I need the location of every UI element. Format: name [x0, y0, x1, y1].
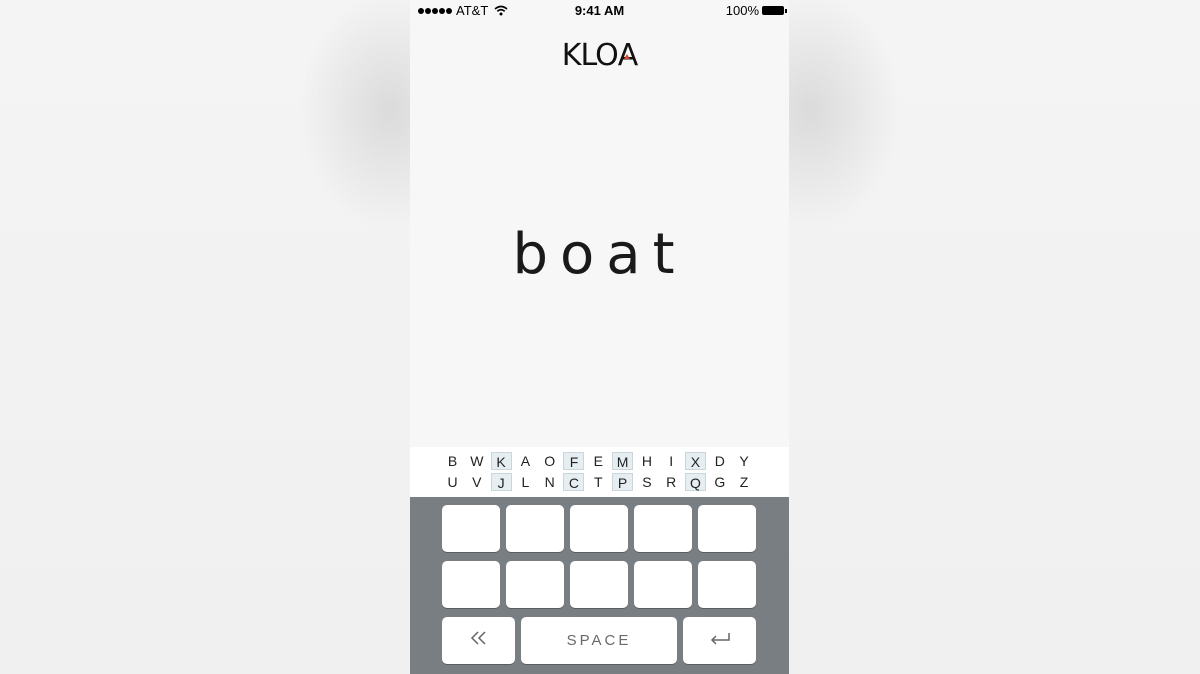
letter-tile[interactable]: K [490, 452, 512, 470]
double-chevron-left-icon [470, 631, 488, 650]
app-logo: KLOA [410, 38, 789, 73]
battery-percent: 100% [725, 3, 759, 18]
keypad: SPACE [410, 497, 789, 674]
status-bar: AT&T 9:41 AM 100% [410, 0, 789, 20]
logo-triangle-icon [624, 54, 631, 59]
letter-tile[interactable]: I [661, 452, 682, 470]
letter-tile[interactable]: M [612, 452, 634, 470]
key-blank-10[interactable] [698, 561, 756, 608]
letter-tile[interactable]: N [539, 473, 560, 491]
letter-row-1: BWKAOFEMHIXDY [442, 452, 758, 470]
key-blank-8[interactable] [570, 561, 628, 608]
letter-tile[interactable]: C [563, 473, 585, 491]
key-blank-3[interactable] [570, 505, 628, 552]
battery-icon [762, 6, 787, 15]
letter-tile[interactable]: R [661, 473, 682, 491]
letter-tile[interactable]: D [709, 452, 730, 470]
letter-tile[interactable]: X [684, 452, 706, 470]
letter-tile[interactable]: Q [684, 473, 706, 491]
key-blank-4[interactable] [634, 505, 692, 552]
logo-text: KLO [561, 38, 619, 73]
status-right: 100% [725, 3, 787, 18]
letter-tile[interactable]: A [515, 452, 536, 470]
letter-tile[interactable]: S [636, 473, 657, 491]
backspace-key[interactable] [442, 617, 515, 664]
space-key-label: SPACE [566, 632, 632, 649]
key-blank-2[interactable] [506, 505, 564, 552]
phone-screen: AT&T 9:41 AM 100% KLOA boat BWKAOFEMHIXD… [410, 0, 789, 674]
letter-tile[interactable]: J [490, 473, 512, 491]
letter-tile[interactable]: O [539, 452, 560, 470]
key-blank-7[interactable] [506, 561, 564, 608]
key-blank-1[interactable] [442, 505, 500, 552]
letter-tile[interactable]: E [588, 452, 609, 470]
letter-tile[interactable]: B [442, 452, 463, 470]
letter-tile[interactable]: L [515, 473, 536, 491]
letter-tile[interactable]: W [466, 452, 487, 470]
letter-tile[interactable]: G [709, 473, 730, 491]
key-blank-5[interactable] [698, 505, 756, 552]
return-key[interactable] [683, 617, 756, 664]
letter-tile[interactable]: V [466, 473, 487, 491]
letter-tile[interactable]: U [442, 473, 463, 491]
letter-tile[interactable]: H [636, 452, 657, 470]
letter-row-2: UVJLNCTPSRQGZ [442, 473, 758, 491]
key-blank-9[interactable] [634, 561, 692, 608]
space-key[interactable]: SPACE [521, 617, 677, 664]
letter-tile[interactable]: Z [734, 473, 755, 491]
letter-tile[interactable]: P [612, 473, 634, 491]
key-blank-6[interactable] [442, 561, 500, 608]
logo-letter-a: A [618, 38, 639, 73]
letter-tile[interactable]: T [588, 473, 609, 491]
letter-strip: BWKAOFEMHIXDY UVJLNCTPSRQGZ [410, 447, 789, 497]
target-word: boat [512, 222, 687, 287]
letter-tile[interactable]: F [563, 452, 585, 470]
letter-tile[interactable]: Y [734, 452, 755, 470]
return-arrow-icon [709, 631, 731, 650]
